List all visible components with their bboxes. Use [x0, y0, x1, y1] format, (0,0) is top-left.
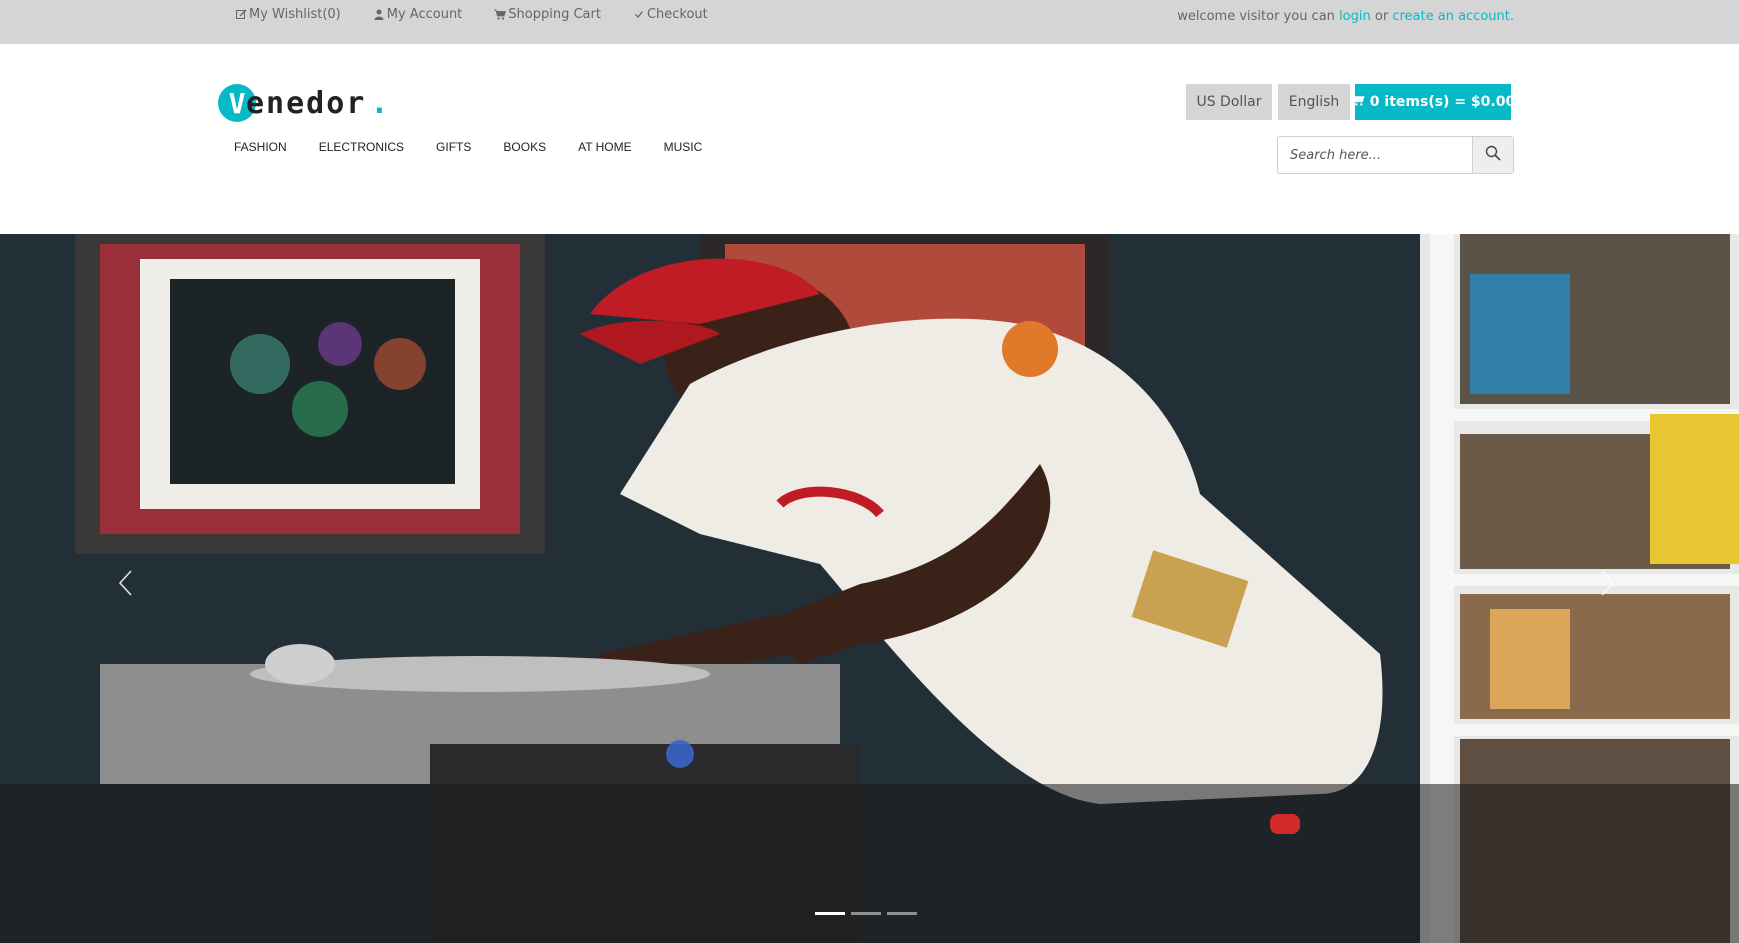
wishlist-link[interactable]: My Wishlist(0) [235, 7, 341, 22]
hero-image [0, 234, 1739, 943]
cart-button[interactable]: 0 items(s) = $0.00 [1351, 84, 1515, 120]
slider-prev-button[interactable] [110, 560, 140, 610]
cart-icon [494, 8, 507, 22]
slider-indicator-2[interactable] [851, 912, 881, 915]
top-bar: My Wishlist(0) My Account Shopping Cart … [0, 0, 1739, 44]
search-button[interactable] [1472, 137, 1513, 173]
nav-item-books[interactable]: BOOKS [503, 140, 546, 154]
wishlist-label: My Wishlist(0) [249, 7, 341, 22]
checkout-label: Checkout [646, 7, 708, 22]
my-account-label: My Account [386, 7, 463, 22]
nav-item-fashion[interactable]: FASHION [234, 140, 287, 154]
logo-dot: . [370, 85, 389, 121]
currency-button[interactable]: US Dollar [1186, 84, 1272, 120]
welcome-or: or [1374, 9, 1389, 24]
edit-icon [235, 8, 247, 22]
login-link[interactable]: login [1339, 9, 1371, 24]
nav-item-music[interactable]: MUSIC [664, 140, 703, 154]
cart-button-label: 0 items(s) = $0.00 [1369, 94, 1516, 110]
logo-text: enedor [246, 85, 367, 121]
slider-next-button[interactable] [1593, 560, 1623, 610]
user-icon [373, 8, 385, 22]
cart-button-icon [1351, 94, 1365, 110]
shopping-cart-label: Shopping Cart [508, 7, 601, 22]
welcome-prefix: welcome visitor you can [1177, 9, 1335, 24]
chevron-left-icon [117, 569, 133, 601]
language-button[interactable]: English [1278, 84, 1350, 120]
shopping-cart-link[interactable]: Shopping Cart [494, 7, 601, 22]
search-icon [1485, 145, 1501, 165]
top-links: My Wishlist(0) My Account Shopping Cart … [235, 7, 740, 22]
search-box [1277, 136, 1514, 174]
search-input[interactable] [1278, 137, 1472, 173]
chevron-right-icon [1600, 569, 1616, 601]
main-nav: FASHION ELECTRONICS GIFTS BOOKS AT HOME … [234, 140, 734, 154]
check-icon [633, 8, 645, 22]
welcome-message: welcome visitor you can login or create … [1177, 9, 1514, 24]
checkout-link[interactable]: Checkout [633, 7, 708, 22]
my-account-link[interactable]: My Account [373, 7, 463, 22]
slider-indicator-1[interactable] [815, 912, 845, 915]
hero-slider [0, 234, 1739, 943]
site-logo[interactable]: V enedor . [218, 84, 388, 122]
slider-indicator-3[interactable] [887, 912, 917, 915]
slider-indicators [815, 912, 917, 915]
nav-item-at-home[interactable]: AT HOME [578, 140, 632, 154]
nav-item-electronics[interactable]: ELECTRONICS [319, 140, 404, 154]
nav-item-gifts[interactable]: GIFTS [436, 140, 471, 154]
create-account-link[interactable]: create an account. [1392, 9, 1514, 24]
